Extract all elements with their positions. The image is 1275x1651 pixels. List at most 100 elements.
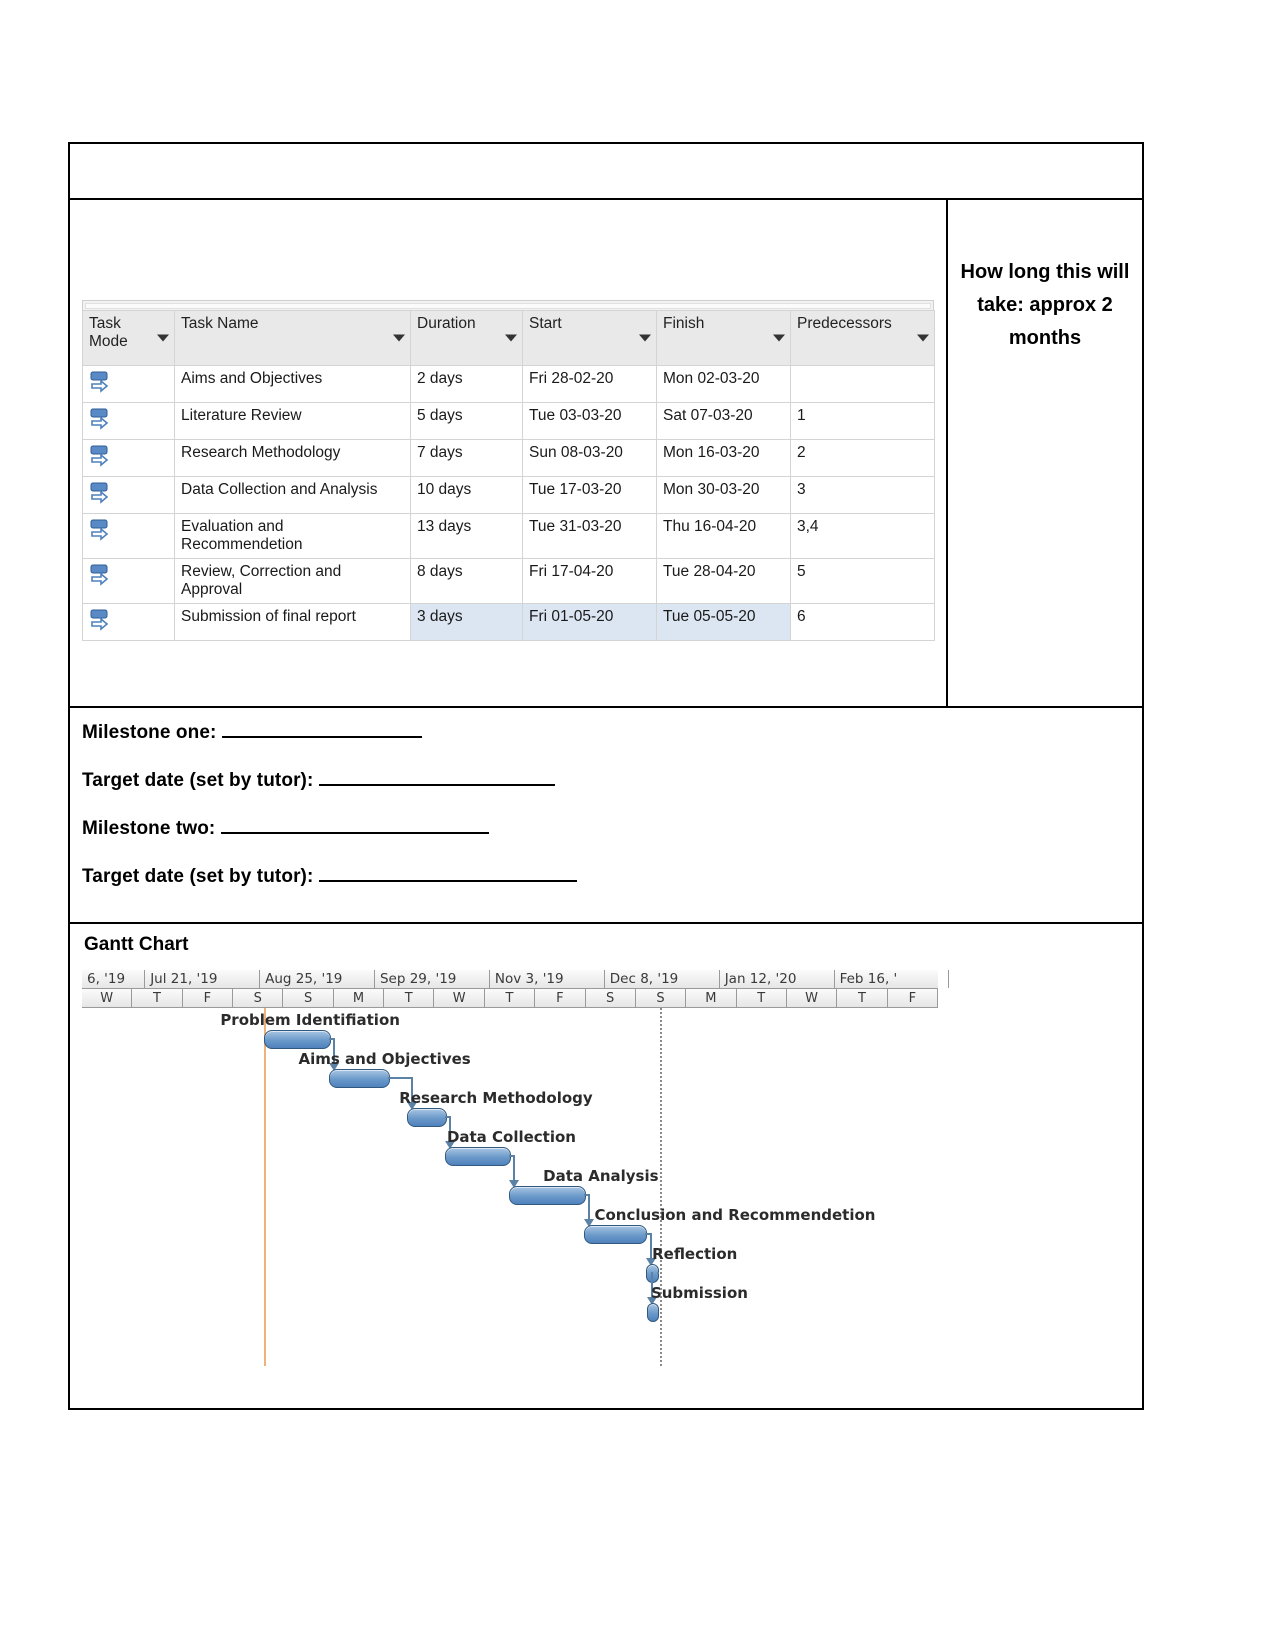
task-name-cell[interactable]: Data Collection and Analysis	[174, 476, 411, 514]
gantt-task-bar[interactable]	[328, 1069, 391, 1088]
gantt-day-label: F	[888, 989, 938, 1007]
milestone-one-label: Milestone one:	[82, 722, 217, 743]
start-date-cell[interactable]: Tue 17-03-20	[522, 476, 657, 514]
predecessors-cell[interactable]	[790, 365, 935, 403]
gantt-day-label: S	[636, 989, 687, 1007]
target-two-blank[interactable]	[318, 866, 577, 882]
table-row[interactable]: Submission of final report 3 days Fri 01-0…	[82, 603, 935, 641]
task-table: Task Mode Task Name Duration Start Finis…	[82, 310, 935, 641]
task-name-cell[interactable]: Aims and Objectives	[174, 365, 411, 403]
duration-cell[interactable]: 7 days	[410, 439, 523, 477]
predecessors-cell[interactable]: 3	[790, 476, 935, 514]
finish-date-cell[interactable]: Mon 30-03-20	[656, 476, 791, 514]
gantt-day-label: W	[434, 989, 485, 1007]
project-table-cell: Task Mode Task Name Duration Start Finis…	[70, 200, 948, 706]
table-row[interactable]: Review, Correction and Approval 8 days Fri…	[82, 558, 935, 604]
start-date-cell[interactable]: Tue 31-03-20	[522, 513, 657, 559]
milestone-two-line: Milestone two:	[82, 818, 1130, 840]
start-date-cell[interactable]: Fri 01-05-20	[522, 603, 657, 641]
gantt-task-bar[interactable]	[264, 1030, 331, 1049]
gantt-task-bar[interactable]	[407, 1108, 447, 1127]
target-two-line: Target date (set by tutor):	[82, 866, 1130, 888]
task-mode-cell[interactable]	[82, 513, 175, 559]
table-row[interactable]: Evaluation and Recommendetion 13 days Tue …	[82, 513, 935, 559]
task-mode-cell[interactable]	[82, 476, 175, 514]
task-mode-cell[interactable]	[82, 402, 175, 440]
gantt-day-label: M	[686, 989, 737, 1007]
column-header-finish[interactable]: Finish	[656, 310, 791, 366]
start-date-cell[interactable]: Fri 17-04-20	[522, 558, 657, 604]
duration-cell[interactable]: 13 days	[410, 513, 523, 559]
duration-cell[interactable]: 8 days	[410, 558, 523, 604]
column-label-duration: Duration	[417, 315, 476, 332]
task-name-cell[interactable]: Evaluation and Recommendetion	[174, 513, 411, 559]
predecessors-cell[interactable]: 6	[790, 603, 935, 641]
task-name-cell[interactable]: Literature Review	[174, 402, 411, 440]
gantt-day-label: F	[183, 989, 234, 1007]
predecessors-cell[interactable]: 5	[790, 558, 935, 604]
start-date-cell[interactable]: Fri 28-02-20	[522, 365, 657, 403]
table-row[interactable]: Aims and Objectives 2 days Fri 28-02-20 Mon…	[82, 365, 935, 403]
duration-cell[interactable]: 5 days	[410, 402, 523, 440]
column-header-start[interactable]: Start	[522, 310, 657, 366]
table-row[interactable]: Literature Review 5 days Tue 03-03-20 Sat 0…	[82, 402, 935, 440]
gantt-task-label: Data Collection	[446, 1128, 576, 1146]
gantt-day-label: M	[334, 989, 385, 1007]
predecessors-cell[interactable]: 3,4	[790, 513, 935, 559]
finish-date-cell[interactable]: Mon 02-03-20	[656, 365, 791, 403]
gantt-task-bar[interactable]	[646, 1303, 659, 1322]
task-name-cell[interactable]: Submission of final report	[174, 603, 411, 641]
gantt-task-label: Conclusion and Recommendetion	[594, 1206, 876, 1224]
column-header-task-name[interactable]: Task Name	[174, 310, 411, 366]
task-mode-cell[interactable]	[82, 439, 175, 477]
predecessors-cell[interactable]: 2	[790, 439, 935, 477]
column-header-task-mode[interactable]: Task Mode	[82, 310, 175, 366]
chevron-down-icon[interactable]	[917, 334, 929, 342]
gantt-task-label: Problem Identifiation	[220, 1011, 400, 1029]
task-name-cell[interactable]: Research Methodology	[174, 439, 411, 477]
column-label-predecessors: Predecessors	[797, 315, 892, 332]
chevron-down-icon[interactable]	[773, 334, 785, 342]
gantt-task-bar[interactable]	[444, 1147, 512, 1166]
chevron-down-icon[interactable]	[639, 334, 651, 342]
horizontal-scrollbar[interactable]	[82, 300, 934, 310]
table-row[interactable]: Data Collection and Analysis 10 days Tue 1…	[82, 476, 935, 514]
target-one-blank[interactable]	[318, 770, 555, 786]
gantt-chart: 6, '19 Jul 21, '19 Aug 25, '19 Sep 29, '19 N…	[82, 970, 950, 1366]
column-header-duration[interactable]: Duration	[410, 310, 523, 366]
gantt-month-label: Feb 16, '	[835, 970, 950, 988]
finish-date-cell[interactable]: Sat 07-03-20	[656, 402, 791, 440]
chevron-down-icon[interactable]	[393, 334, 405, 342]
gantt-task-bar[interactable]	[509, 1186, 587, 1205]
chevron-down-icon[interactable]	[157, 334, 169, 342]
milestone-one-blank[interactable]	[221, 722, 422, 738]
finish-date-cell[interactable]: Tue 05-05-20	[656, 603, 791, 641]
duration-cell[interactable]: 2 days	[410, 365, 523, 403]
gantt-task-bar[interactable]	[584, 1225, 648, 1244]
gantt-task-label: Aims and Objectives	[298, 1050, 471, 1068]
duration-cell[interactable]: 10 days	[410, 476, 523, 514]
task-mode-cell[interactable]	[82, 603, 175, 641]
gantt-month-label: Dec 8, '19	[605, 970, 720, 988]
duration-cell[interactable]: 3 days	[410, 603, 523, 641]
finish-date-cell[interactable]: Thu 16-04-20	[656, 513, 791, 559]
table-row[interactable]: Research Methodology 7 days Sun 08-03-20 Mo…	[82, 439, 935, 477]
column-label-finish: Finish	[663, 315, 705, 332]
task-mode-cell[interactable]	[82, 558, 175, 604]
task-name-cell[interactable]: Review, Correction and Approval	[174, 558, 411, 604]
predecessors-cell[interactable]: 1	[790, 402, 935, 440]
chevron-down-icon[interactable]	[505, 334, 517, 342]
gantt-month-label: Nov 3, '19	[490, 970, 605, 988]
start-date-cell[interactable]: Sun 08-03-20	[522, 439, 657, 477]
column-header-predecessors[interactable]: Predecessors	[790, 310, 935, 366]
today-line	[659, 1008, 662, 1366]
task-mode-cell[interactable]	[82, 365, 175, 403]
milestone-two-blank[interactable]	[220, 818, 489, 834]
finish-date-cell[interactable]: Mon 16-03-20	[656, 439, 791, 477]
gantt-month-label: Aug 25, '19	[260, 970, 375, 988]
table-header-row: Task Mode Task Name Duration Start Finis…	[82, 310, 935, 366]
milestone-two-label: Milestone two:	[82, 818, 216, 839]
finish-date-cell[interactable]: Tue 28-04-20	[656, 558, 791, 604]
gantt-timescale-header: 6, '19 Jul 21, '19 Aug 25, '19 Sep 29, '19 N…	[82, 970, 950, 1008]
start-date-cell[interactable]: Tue 03-03-20	[522, 402, 657, 440]
